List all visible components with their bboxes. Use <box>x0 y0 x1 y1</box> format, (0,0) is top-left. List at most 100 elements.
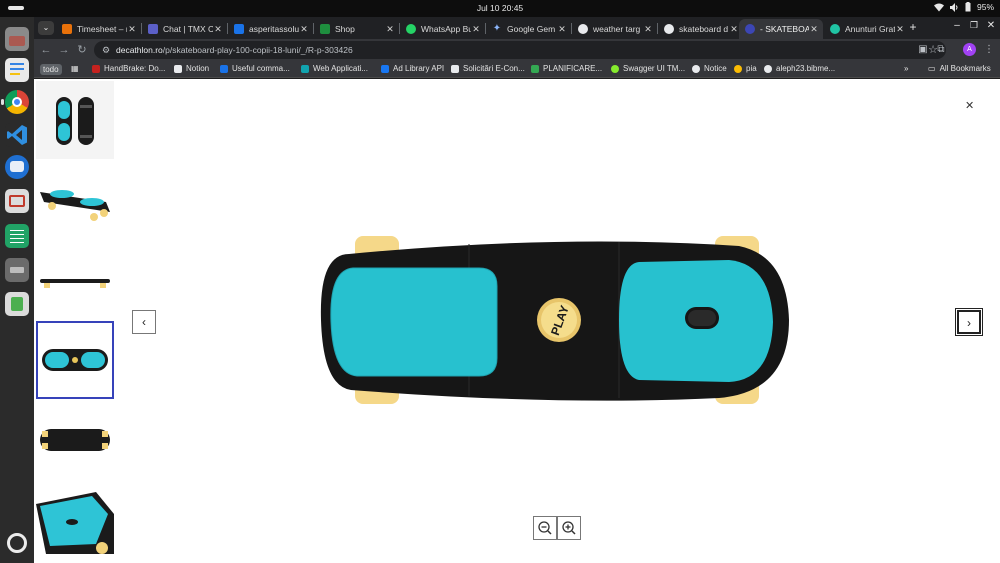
gallery-thumbnail[interactable] <box>36 81 114 159</box>
bookmark-todo[interactable]: todo <box>40 64 62 75</box>
bookmark-label: pia <box>746 64 757 73</box>
tab-chat[interactable]: Chat | TMX Cl ✕ <box>142 19 227 39</box>
extensions-icon[interactable]: ⧉ <box>934 43 948 57</box>
bookmark-planificare[interactable]: PLANIFICARE... <box>531 64 602 73</box>
tab-shop[interactable]: Shop ✕ <box>314 19 399 39</box>
dock <box>0 17 34 563</box>
tab-title: skateboard d <box>679 24 729 34</box>
vscode-icon[interactable] <box>5 123 29 147</box>
folder-icon: ▭ <box>928 64 936 73</box>
all-bookmarks[interactable]: ▭ All Bookmarks <box>928 64 991 73</box>
bookmark-notice[interactable]: Notice <box>692 64 727 73</box>
bookmark-label: Notion <box>186 64 210 73</box>
thunderbird-icon[interactable] <box>5 155 29 179</box>
minimize-icon[interactable]: – <box>949 20 965 31</box>
next-image-button[interactable]: › <box>955 308 983 336</box>
browser-toolbar: ← → ↻ ⚙ decathlon.ro/p/skateboard-play-1… <box>34 39 1000 61</box>
apps-grid-icon[interactable]: ▦ <box>71 64 79 73</box>
gallery-thumbnail[interactable] <box>36 243 114 321</box>
bookmark-ad-library[interactable]: Ad Library API <box>381 64 444 73</box>
close-tab-icon[interactable]: ✕ <box>809 24 819 35</box>
tab-skateboard-decathlon[interactable]: - SKATEBOAR ✕ <box>739 19 823 39</box>
close-tab-icon[interactable]: ✕ <box>729 24 739 35</box>
meta-icon <box>381 64 389 73</box>
bookmark-pia[interactable]: pia <box>734 64 757 73</box>
system-status-area[interactable]: 95% <box>933 2 994 12</box>
tab-skateboard-search[interactable]: skateboard d ✕ <box>658 19 743 39</box>
tab-timesheet[interactable]: Timesheet – r ✕ <box>56 19 141 39</box>
chevron-right-icon: › <box>967 316 971 330</box>
tab-search-button[interactable]: ⌄ <box>38 21 54 35</box>
previous-image-button[interactable]: ‹ <box>132 310 156 334</box>
cast-icon[interactable]: ▣ <box>916 43 930 57</box>
wifi-icon <box>933 3 944 11</box>
screenshot-app-icon[interactable] <box>5 189 29 213</box>
bookmark-notion[interactable]: Notion <box>174 64 209 73</box>
battery-icon <box>965 2 971 12</box>
bookmarks-bar: todo ▦ HandBrake: Do... Notion Useful co… <box>34 61 1000 78</box>
close-viewer-icon[interactable]: ✕ <box>965 99 974 112</box>
swagger-icon <box>611 64 619 73</box>
spreadsheet-app-icon[interactable] <box>5 224 29 248</box>
whatsapp-favicon-icon <box>406 24 416 34</box>
close-tab-icon[interactable]: ✕ <box>643 24 653 35</box>
bookmark-icon <box>451 64 459 73</box>
tab-gemini[interactable]: ✦ Google Gem ✕ <box>486 19 571 39</box>
address-bar[interactable]: ⚙ decathlon.ro/p/skateboard-play-100-cop… <box>94 41 946 59</box>
files-app-icon[interactable] <box>5 27 29 51</box>
url-text[interactable]: decathlon.ro/p/skateboard-play-100-copii… <box>116 45 353 55</box>
profile-avatar[interactable]: A <box>963 43 976 56</box>
tab-whatsapp[interactable]: WhatsApp Bu ✕ <box>400 19 485 39</box>
bookmark-handbrake[interactable]: HandBrake: Do... <box>92 64 165 73</box>
gallery-thumbnail[interactable] <box>36 401 114 479</box>
clock[interactable]: Jul 10 20:45 <box>0 3 1000 13</box>
tab-title: Anunturi Grat <box>845 24 895 34</box>
bookmark-label: HandBrake: Do... <box>104 64 166 73</box>
bookmark-web-applications[interactable]: Web Applicati... <box>301 64 368 73</box>
tab-strip: ⌄ Timesheet – r ✕ Chat | TMX Cl ✕ asperi… <box>34 17 1000 39</box>
handbrake-icon <box>92 64 100 73</box>
zoom-in-icon <box>562 521 576 535</box>
gallery-thumbnail-selected[interactable] <box>36 321 114 399</box>
tab-title: asperitassolu <box>249 24 299 34</box>
google-favicon-icon <box>578 24 588 34</box>
close-tab-icon[interactable]: ✕ <box>557 24 567 35</box>
tab-asperitas[interactable]: asperitassolu ✕ <box>228 19 313 39</box>
bookmark-swagger[interactable]: Swagger UI TM... <box>611 64 685 73</box>
bookmark-aleph[interactable]: aleph23.bibme... <box>764 64 835 73</box>
bookmark-solicitari[interactable]: Solicitări E-Con... <box>451 64 525 73</box>
close-tab-icon[interactable]: ✕ <box>299 24 309 35</box>
all-bookmarks-label: All Bookmarks <box>939 64 991 73</box>
battery-percentage: 95% <box>976 2 994 12</box>
bookmark-label: Swagger UI TM... <box>623 64 686 73</box>
disk-app-icon[interactable] <box>5 258 29 282</box>
tab-anunturi[interactable]: Anunturi Grat ✕ <box>824 19 909 39</box>
new-tab-button[interactable]: + <box>905 20 921 34</box>
text-editor-icon[interactable] <box>5 58 29 82</box>
gallery-thumbnail[interactable] <box>36 484 114 562</box>
gallery-thumbnail[interactable] <box>36 162 114 240</box>
bookmarks-overflow-icon[interactable]: » <box>904 64 908 73</box>
site-info-icon[interactable]: ⚙ <box>102 45 112 55</box>
bookmark-useful-commands[interactable]: Useful comma... <box>220 64 290 73</box>
back-arrow-icon[interactable]: ← <box>38 42 54 58</box>
tab-weather[interactable]: weather targ ✕ <box>572 19 657 39</box>
reload-icon[interactable]: ↻ <box>74 42 90 58</box>
menu-kebab-icon[interactable]: ⋮ <box>982 43 996 57</box>
forward-arrow-icon[interactable]: → <box>56 42 72 58</box>
teams-favicon-icon <box>148 24 158 34</box>
bookmark-label: Ad Library API <box>393 64 445 73</box>
close-window-icon[interactable]: ✕ <box>983 20 999 31</box>
close-tab-icon[interactable]: ✕ <box>213 24 223 35</box>
chrome-icon[interactable] <box>1 90 29 114</box>
zoom-in-button[interactable] <box>557 516 581 540</box>
trash-icon[interactable] <box>5 292 29 316</box>
close-tab-icon[interactable]: ✕ <box>385 24 395 35</box>
close-tab-icon[interactable]: ✕ <box>471 24 481 35</box>
zoom-out-button[interactable] <box>533 516 557 540</box>
show-apps-icon[interactable] <box>7 533 27 553</box>
close-tab-icon[interactable]: ✕ <box>895 24 905 35</box>
restore-icon[interactable]: ❐ <box>966 20 982 31</box>
notion-icon <box>174 64 182 73</box>
close-tab-icon[interactable]: ✕ <box>127 24 137 35</box>
